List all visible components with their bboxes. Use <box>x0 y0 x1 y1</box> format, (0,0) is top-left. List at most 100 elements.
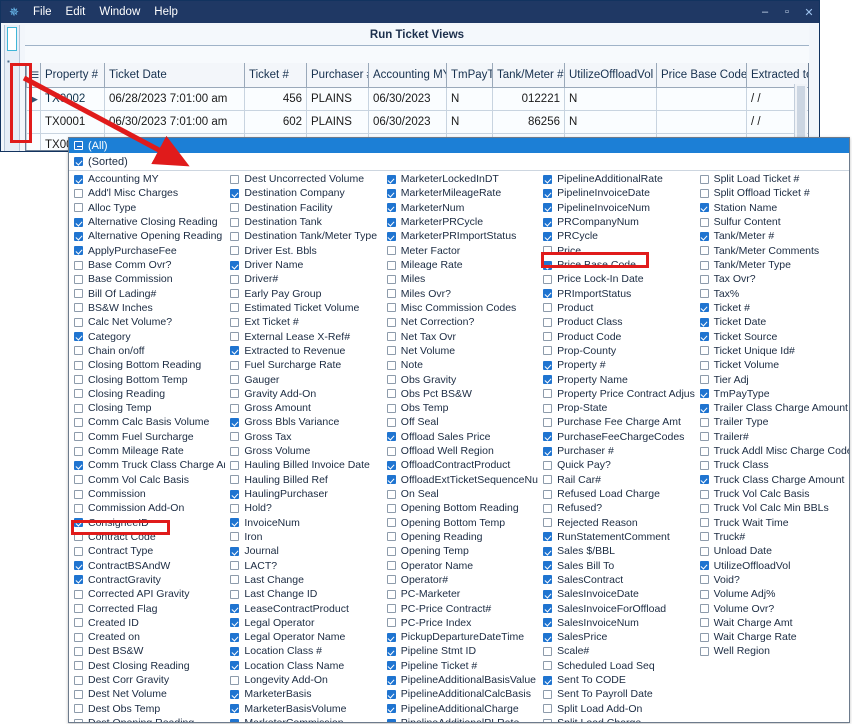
checkbox-field[interactable] <box>699 274 709 284</box>
cell-property-num[interactable]: TX0001 <box>40 110 105 134</box>
checkbox-field[interactable] <box>543 375 553 385</box>
checkbox-field[interactable] <box>230 174 240 184</box>
dropdown-item[interactable]: Comm Truck Class Charge Amount <box>69 458 225 472</box>
checkbox-field[interactable] <box>543 403 553 413</box>
checkbox-field[interactable] <box>230 375 240 385</box>
dropdown-item[interactable]: Note <box>382 358 538 372</box>
dropdown-item[interactable]: Closing Reading <box>69 387 225 401</box>
row-indicator-blank[interactable] <box>26 133 41 150</box>
dropdown-item[interactable]: Location Class Name <box>225 659 381 673</box>
dropdown-item[interactable]: Operator# <box>382 573 538 587</box>
dropdown-item[interactable]: PC-Marketer <box>382 587 538 601</box>
checkbox-field[interactable] <box>386 360 396 370</box>
dropdown-item[interactable]: Closing Temp <box>69 401 225 415</box>
checkbox-field[interactable] <box>386 618 396 628</box>
dropdown-item[interactable]: SalesInvoiceNum <box>538 616 694 630</box>
checkbox-field[interactable] <box>386 217 396 227</box>
dropdown-item[interactable]: Dest Closing Reading <box>69 659 225 673</box>
column-header-purchaser-num[interactable]: Purchaser # <box>306 63 369 88</box>
cell-ticket-date[interactable]: 06/28/2023 7:01:00 am <box>104 87 245 111</box>
checkbox-field[interactable] <box>230 403 240 413</box>
dropdown-item[interactable]: Split Offload Ticket # <box>695 186 849 200</box>
dropdown-item[interactable]: Split Load Add-On <box>538 702 694 716</box>
dropdown-item[interactable]: Alternative Closing Reading <box>69 215 225 229</box>
minimize-icon[interactable]: – <box>759 6 771 18</box>
checkbox-field[interactable] <box>386 632 396 642</box>
dropdown-item[interactable]: Location Class # <box>225 644 381 658</box>
dropdown-item[interactable]: Corrected Flag <box>69 601 225 615</box>
dropdown-item[interactable]: Destination Tank <box>225 215 381 229</box>
dropdown-item[interactable]: Misc Commission Codes <box>382 301 538 315</box>
dropdown-item[interactable]: Base Comm Ovr? <box>69 258 225 272</box>
checkbox-field[interactable] <box>699 561 709 571</box>
checkbox-field[interactable] <box>699 632 709 642</box>
dropdown-item[interactable]: PRImportStatus <box>538 287 694 301</box>
dropdown-item[interactable]: Driver Est. Bbls <box>225 244 381 258</box>
checkbox-field[interactable] <box>74 518 83 528</box>
checkbox-field[interactable] <box>230 346 240 356</box>
dropdown-item[interactable]: Category <box>69 329 225 343</box>
checkbox-field[interactable] <box>230 489 240 499</box>
dropdown-item[interactable]: Sent To CODE <box>538 673 694 687</box>
dropdown-item[interactable]: Prop-State <box>538 401 694 415</box>
dropdown-item[interactable]: MarketerLockedInDT <box>382 172 538 186</box>
dropdown-item[interactable]: Net Volume <box>382 344 538 358</box>
checkbox-field[interactable] <box>74 332 83 342</box>
dropdown-item[interactable]: Truck Wait Time <box>695 516 849 530</box>
checkbox-field[interactable] <box>230 260 240 270</box>
checkbox-field[interactable] <box>543 346 553 356</box>
checkbox-field[interactable] <box>230 317 240 327</box>
dropdown-item[interactable]: Scheduled Load Seq <box>538 659 694 673</box>
checkbox-field[interactable] <box>386 561 396 571</box>
dropdown-item[interactable]: PRCycle <box>538 229 694 243</box>
checkbox-field[interactable] <box>699 446 709 456</box>
checkbox-field[interactable] <box>543 704 553 714</box>
row-indicator-icon[interactable]: ▶ <box>26 87 41 111</box>
dropdown-item[interactable]: UtilizeOffloadVol <box>695 558 849 572</box>
checkbox-field[interactable] <box>386 231 396 241</box>
dropdown-item[interactable]: Contract Type <box>69 544 225 558</box>
checkbox-field[interactable] <box>230 689 240 699</box>
cell-tank-meter[interactable]: 012221 <box>492 87 565 111</box>
dropdown-item[interactable]: Tank/Meter # <box>695 229 849 243</box>
checkbox-field[interactable] <box>699 360 709 370</box>
checkbox-field[interactable] <box>386 518 396 528</box>
checkbox-field[interactable] <box>74 446 83 456</box>
dropdown-item[interactable]: Property # <box>538 358 694 372</box>
checkbox-field[interactable] <box>386 303 396 313</box>
dropdown-item[interactable]: Split Load Ticket # <box>695 172 849 186</box>
checkbox-field[interactable] <box>386 546 396 556</box>
checkbox-field[interactable] <box>386 389 396 399</box>
checkbox-field[interactable] <box>699 217 709 227</box>
dropdown-item[interactable]: Closing Bottom Temp <box>69 372 225 386</box>
dropdown-item[interactable]: Comm Vol Calc Basis <box>69 473 225 487</box>
dropdown-item[interactable]: Opening Temp <box>382 544 538 558</box>
checkbox-field[interactable] <box>74 231 83 241</box>
dropdown-item[interactable]: Dest Net Volume <box>69 687 225 701</box>
checkbox-field[interactable] <box>386 675 396 685</box>
dropdown-item[interactable]: InvoiceNum <box>225 516 381 530</box>
checkbox-field[interactable] <box>386 274 396 284</box>
row-indicator-blank[interactable] <box>26 110 41 134</box>
checkbox-field[interactable] <box>74 174 83 184</box>
close-icon[interactable]: ✕ <box>803 6 815 19</box>
dropdown-item[interactable]: Obs Pct BS&W <box>382 387 538 401</box>
dropdown-item[interactable]: HaulingPurchaser <box>225 487 381 501</box>
dropdown-item[interactable]: Driver# <box>225 272 381 286</box>
checkbox-field[interactable] <box>699 332 709 342</box>
menu-window[interactable]: Window <box>92 4 147 20</box>
dropdown-item[interactable]: ContractBSAndW <box>69 558 225 572</box>
checkbox-field[interactable] <box>74 546 83 556</box>
dropdown-item[interactable]: Ticket Unique Id# <box>695 344 849 358</box>
checkbox-field[interactable] <box>699 575 709 585</box>
dropdown-item[interactable]: Fuel Surcharge Rate <box>225 358 381 372</box>
checkbox-field[interactable] <box>230 446 240 456</box>
dropdown-item[interactable]: Tank/Meter Comments <box>695 244 849 258</box>
checkbox-sorted[interactable] <box>74 157 83 166</box>
dropdown-item[interactable]: PipelineAdditionalPLRate <box>382 716 538 722</box>
checkbox-field[interactable] <box>543 188 553 198</box>
dropdown-item[interactable]: Gross Amount <box>225 401 381 415</box>
dropdown-item[interactable]: Tier Adj <box>695 372 849 386</box>
dropdown-item[interactable]: Gross Bbls Variance <box>225 415 381 429</box>
checkbox-field[interactable] <box>386 460 396 470</box>
